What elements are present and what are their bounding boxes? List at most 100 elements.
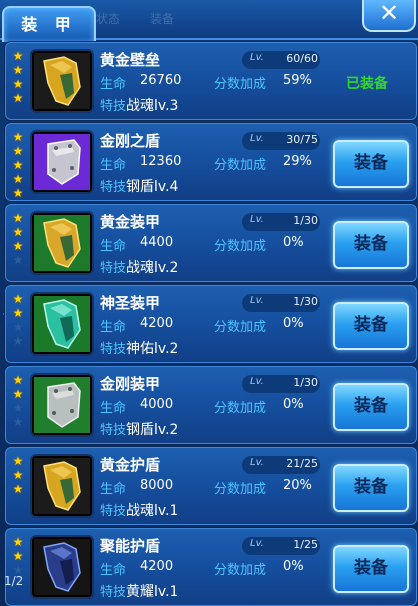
star-icon: ★ bbox=[12, 239, 24, 253]
equip-button[interactable]: 装备 bbox=[333, 302, 409, 350]
level-value: 21/25 bbox=[286, 457, 318, 470]
armor-card[interactable]: ★ ★ ★ ★ ★ 金刚之盾 Lv. 30/75 生命 12360 分数加成 29% 特… bbox=[5, 123, 417, 201]
equip-button[interactable]: 装备 bbox=[333, 383, 409, 431]
armor-icon bbox=[32, 294, 92, 354]
skill-value: 战魂lv.1 bbox=[126, 503, 179, 519]
skill-label: 特技 bbox=[100, 99, 127, 114]
skill-value: 钢盾lv.4 bbox=[126, 179, 179, 195]
level-value: 1/30 bbox=[293, 376, 318, 389]
equip-button[interactable]: 装备 bbox=[333, 140, 409, 188]
page-indicator: 1/2 bbox=[4, 574, 24, 588]
star-icon: ★ bbox=[12, 454, 24, 468]
skill-value: 黄耀lv.1 bbox=[126, 584, 179, 600]
star-icon: ★ bbox=[12, 549, 24, 563]
star-icon: ★ bbox=[12, 373, 24, 387]
armor-icon bbox=[32, 51, 92, 111]
hp-label: 生命 bbox=[100, 77, 127, 92]
hp-value: 4000 bbox=[140, 397, 174, 412]
star-rating: ★ ★ ★ ★ bbox=[11, 373, 25, 429]
armor-name: 黄金护盾 bbox=[100, 456, 161, 474]
star-icon: ★ bbox=[12, 468, 24, 482]
tab-equipment[interactable]: 装备 bbox=[150, 10, 174, 27]
star-icon: ★ bbox=[12, 320, 24, 334]
star-icon: ★ bbox=[12, 535, 24, 549]
equip-button[interactable]: 装备 bbox=[333, 545, 409, 593]
level-label: Lv. bbox=[250, 376, 264, 387]
hp-label: 生命 bbox=[100, 239, 127, 254]
star-icon: ★ bbox=[12, 401, 24, 415]
bonus-label: 分数加成 bbox=[214, 239, 267, 254]
skill-label: 特技 bbox=[100, 342, 127, 357]
level-value: 60/60 bbox=[286, 52, 318, 65]
hp-value: 4200 bbox=[140, 559, 174, 574]
armor-card[interactable]: ★ ★ ★ ★ 金刚装甲 Lv. 1/30 生命 4000 分数加成 0% 特技 钢盾… bbox=[5, 366, 417, 444]
hp-value: 12360 bbox=[140, 154, 182, 169]
bonus-label: 分数加成 bbox=[214, 77, 267, 92]
level-value: 1/30 bbox=[293, 214, 318, 227]
skill-label: 特技 bbox=[100, 423, 127, 438]
star-icon: ★ bbox=[12, 253, 24, 267]
star-icon: ★ bbox=[12, 158, 24, 172]
star-icon: ★ bbox=[12, 482, 24, 496]
equip-button[interactable]: 装备 bbox=[333, 464, 409, 512]
star-icon: ★ bbox=[12, 130, 24, 144]
hp-label: 生命 bbox=[100, 158, 127, 173]
bonus-value: 0% bbox=[283, 316, 304, 331]
star-rating: ★ ★ ★ ★ bbox=[11, 292, 25, 348]
hp-label: 生命 bbox=[100, 482, 127, 497]
bonus-label: 分数加成 bbox=[214, 401, 267, 416]
star-icon: ★ bbox=[12, 225, 24, 239]
skill-value: 战魂lv.3 bbox=[126, 98, 179, 114]
star-icon: ★ bbox=[12, 415, 24, 429]
armor-name: 聚能护盾 bbox=[100, 537, 161, 555]
armor-card[interactable]: ★ ★ ★ ★ 黄金装甲 Lv. 1/30 生命 4400 分数加成 0% 特技 战魂… bbox=[5, 204, 417, 282]
armor-icon bbox=[32, 213, 92, 273]
star-icon: ★ bbox=[12, 91, 24, 105]
skill-value: 钢盾lv.2 bbox=[126, 422, 179, 438]
level-label: Lv. bbox=[250, 457, 264, 468]
level-value: 30/75 bbox=[286, 133, 318, 146]
armor-card[interactable]: ★ ★ ★ ★ 神圣装甲 Lv. 1/30 生命 4200 分数加成 0% 特技 神佑… bbox=[5, 285, 417, 363]
armor-card[interactable]: ★ ★ ★ 聚能护盾 Lv. 1/25 生命 4200 分数加成 0% 特技 黄耀l… bbox=[5, 528, 417, 606]
bonus-value: 0% bbox=[283, 559, 304, 574]
hp-label: 生命 bbox=[100, 563, 127, 578]
hp-label: 生命 bbox=[100, 320, 127, 335]
skill-label: 特技 bbox=[100, 585, 127, 600]
armor-name: 金刚装甲 bbox=[100, 375, 161, 393]
hp-value: 26760 bbox=[140, 73, 182, 88]
level-value: 1/25 bbox=[293, 538, 318, 551]
star-icon: ★ bbox=[12, 306, 24, 320]
bonus-value: 20% bbox=[283, 478, 312, 493]
star-icon: ★ bbox=[12, 144, 24, 158]
hp-value: 8000 bbox=[140, 478, 174, 493]
star-rating: ★ ★ ★ ★ ★ bbox=[11, 130, 25, 200]
skill-value: 神佑lv.2 bbox=[126, 341, 179, 357]
armor-panel: 状态 装备 装 甲 ✕ ★ ★ ★ ★ 黄金壁垒 Lv. 60/60 生命 26760… bbox=[0, 0, 418, 606]
tab-status[interactable]: 状态 bbox=[96, 10, 120, 27]
equipped-status: 已装备 bbox=[346, 76, 388, 92]
star-rating: ★ ★ ★ bbox=[11, 454, 25, 496]
bonus-value: 59% bbox=[283, 73, 312, 88]
skill-label: 特技 bbox=[100, 180, 127, 195]
armor-card[interactable]: ★ ★ ★ ★ 黄金壁垒 Lv. 60/60 生命 26760 分数加成 59% 特技… bbox=[5, 42, 417, 120]
tab-armor[interactable]: 装 甲 bbox=[2, 6, 96, 42]
star-rating: ★ ★ ★ ★ bbox=[11, 49, 25, 105]
bonus-value: 0% bbox=[283, 397, 304, 412]
star-icon: ★ bbox=[12, 186, 24, 200]
hp-value: 4200 bbox=[140, 316, 174, 331]
level-label: Lv. bbox=[250, 214, 264, 225]
close-button[interactable]: ✕ bbox=[362, 0, 416, 32]
skill-label: 特技 bbox=[100, 261, 127, 276]
star-icon: ★ bbox=[12, 387, 24, 401]
level-value: 1/30 bbox=[293, 295, 318, 308]
close-icon: ✕ bbox=[378, 0, 400, 27]
armor-icon bbox=[32, 375, 92, 435]
equip-button[interactable]: 装备 bbox=[333, 221, 409, 269]
armor-card[interactable]: ★ ★ ★ 黄金护盾 Lv. 21/25 生命 8000 分数加成 20% 特技 战… bbox=[5, 447, 417, 525]
armor-icon bbox=[32, 537, 92, 597]
armor-name: 黄金壁垒 bbox=[100, 51, 161, 69]
star-icon: ★ bbox=[12, 292, 24, 306]
skill-label: 特技 bbox=[100, 504, 127, 519]
bonus-label: 分数加成 bbox=[214, 158, 267, 173]
hp-label: 生命 bbox=[100, 401, 127, 416]
